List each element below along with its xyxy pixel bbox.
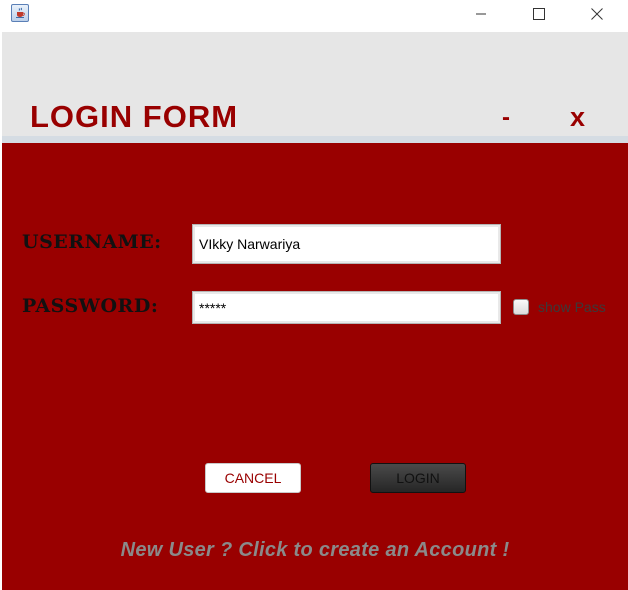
show-password-checkbox[interactable]: [513, 299, 529, 315]
java-cup-icon[interactable]: [11, 4, 29, 22]
show-password-label: show Pass: [538, 299, 606, 315]
form-header: LOGIN FORM - x: [2, 32, 628, 136]
form-title: LOGIN FORM: [30, 99, 239, 134]
header-divider: [2, 136, 628, 143]
username-field[interactable]: VIkky Narwariya: [192, 224, 501, 264]
os-maximize-button[interactable]: [516, 0, 562, 28]
os-titlebar: [0, 0, 628, 32]
show-password-toggle[interactable]: show Pass: [513, 299, 606, 315]
create-account-link[interactable]: New User ? Click to create an Account !: [2, 539, 628, 562]
close-icon: [591, 8, 603, 20]
login-window: LOGIN FORM - x USERNAME: VIkky Narwariya…: [0, 0, 628, 590]
maximize-icon: [533, 8, 545, 20]
password-field[interactable]: *****: [192, 291, 501, 324]
header-minimize-button[interactable]: -: [502, 104, 510, 132]
minimize-icon: [476, 13, 486, 15]
form-body: USERNAME: VIkky Narwariya PASSWORD: ****…: [2, 143, 628, 590]
username-label: USERNAME:: [22, 231, 162, 253]
login-button[interactable]: LOGIN: [370, 463, 466, 493]
cancel-button[interactable]: CANCEL: [205, 463, 301, 493]
password-label: PASSWORD:: [22, 295, 159, 317]
header-close-button[interactable]: x: [570, 102, 585, 133]
os-close-button[interactable]: [574, 0, 620, 28]
os-minimize-button[interactable]: [458, 0, 504, 28]
